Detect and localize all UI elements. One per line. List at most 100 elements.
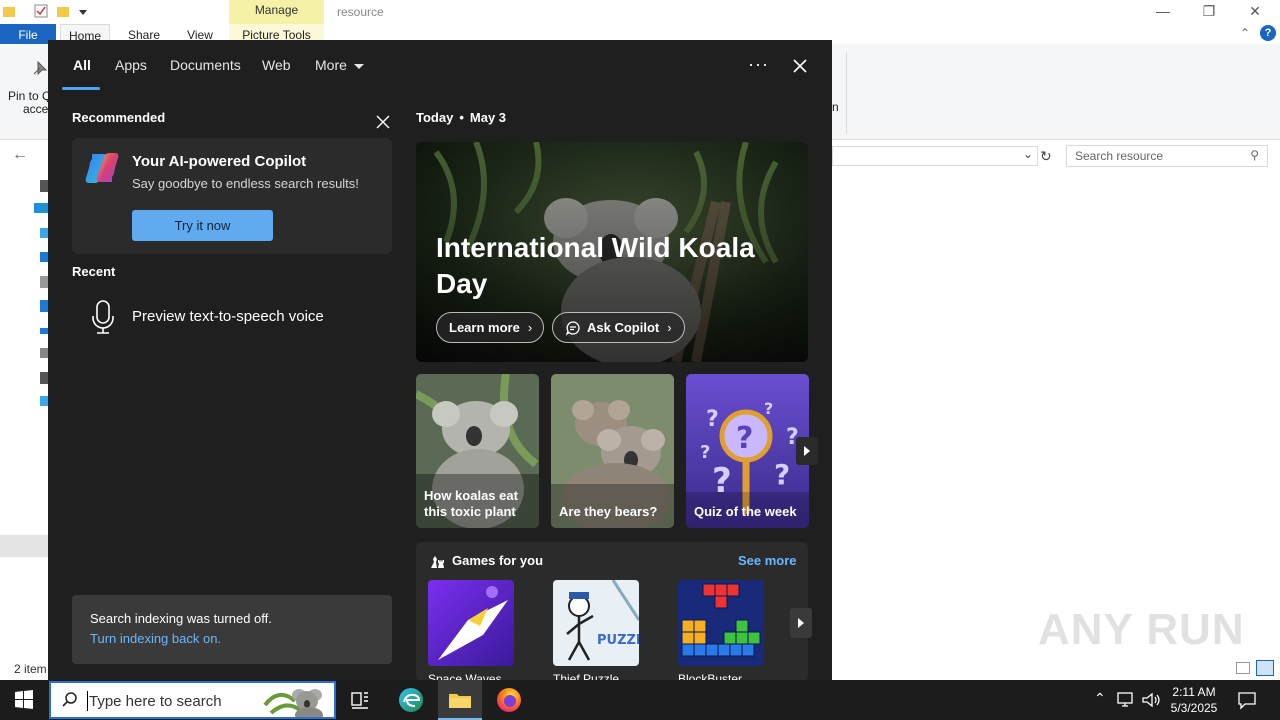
- copilot-title: Your AI-powered Copilot: [132, 153, 307, 170]
- game-space-waves[interactable]: [428, 580, 514, 666]
- firefox-icon[interactable]: [495, 686, 523, 714]
- clock-time: 2:11 AM: [1172, 685, 1216, 699]
- tab-more-label: More: [315, 57, 347, 73]
- ask-copilot-button[interactable]: Ask Copilot ›: [552, 312, 685, 343]
- tab-more[interactable]: More: [315, 57, 364, 73]
- search-icon: ⚲: [1250, 148, 1259, 162]
- recommended-heading: Recommended: [72, 110, 166, 125]
- file-explorer-taskbar-button[interactable]: [438, 680, 482, 720]
- svg-text:?: ?: [736, 421, 753, 456]
- today-date: May 3: [469, 110, 507, 125]
- new-folder-icon[interactable]: [56, 4, 70, 18]
- game-label: BlockBuster: [678, 672, 743, 680]
- dismiss-recommended-icon[interactable]: [375, 114, 391, 130]
- pictures-icon[interactable]: [40, 348, 48, 358]
- status-bar-count: 2 item: [14, 662, 47, 676]
- more-options-icon[interactable]: ···: [748, 54, 769, 75]
- learn-more-button[interactable]: Learn more ›: [436, 312, 544, 343]
- tab-documents[interactable]: Documents: [170, 57, 241, 73]
- task-view-icon[interactable]: [346, 686, 374, 714]
- music-icon[interactable]: [40, 328, 48, 334]
- tile-are-they-bears[interactable]: Are they bears?: [551, 374, 674, 528]
- chevron-down-icon[interactable]: ⌄: [1023, 147, 1033, 161]
- address-bar[interactable]: ⌄: [832, 146, 1038, 166]
- caret-right-icon: [798, 618, 804, 628]
- try-it-now-button[interactable]: Try it now: [132, 210, 273, 241]
- quick-access-toolbar: [0, 0, 1280, 24]
- blockbuster-thumbnail: [678, 580, 764, 666]
- see-more-link[interactable]: See more: [738, 553, 797, 568]
- games-heading: Games for you: [452, 553, 544, 568]
- volume-icon[interactable]: [1141, 691, 1161, 709]
- videos-icon[interactable]: [40, 372, 48, 384]
- indexing-notice: Search indexing was turned off. Turn ind…: [72, 595, 392, 664]
- hero-title: International Wild Koala Day: [436, 232, 755, 299]
- nav-item-icon[interactable]: [40, 228, 48, 238]
- properties-icon[interactable]: [34, 4, 48, 18]
- taskbar-search-box[interactable]: Type here to search: [49, 681, 336, 719]
- pin-icon: [33, 60, 48, 76]
- space-waves-thumbnail: [428, 580, 514, 666]
- game-thief-puzzle[interactable]: PUZZLE: [553, 580, 639, 666]
- tile-label: Are they bears?: [559, 504, 658, 519]
- game-blockbuster[interactable]: [678, 580, 764, 666]
- svg-text:?: ?: [706, 407, 719, 432]
- collapse-ribbon-icon[interactable]: ⌃: [1240, 26, 1250, 40]
- close-window-button[interactable]: ✕: [1232, 0, 1278, 24]
- downloads-icon[interactable]: [40, 300, 48, 312]
- clock[interactable]: 2:11 AM 5/3/2025: [1166, 684, 1222, 716]
- ribbon-divider: [846, 52, 847, 134]
- explorer-search-placeholder: Search resource: [1075, 149, 1164, 163]
- left-column: Recommended Your AI-powered Copilot Say …: [72, 110, 392, 334]
- documents-icon[interactable]: [40, 276, 48, 288]
- thief-puzzle-thumbnail: PUZZLE: [553, 580, 639, 666]
- details-view-icon[interactable]: [1236, 662, 1250, 674]
- turn-indexing-on-link[interactable]: Turn indexing back on.: [90, 631, 221, 646]
- refresh-icon[interactable]: ↻: [1040, 148, 1052, 165]
- games-panel: Games for you See more Space Waves PUZZ …: [416, 542, 812, 680]
- manage-tab[interactable]: Manage: [229, 0, 324, 24]
- tile-koalas-toxic-plant[interactable]: How koalas eat this toxic plant: [416, 374, 539, 528]
- recent-item[interactable]: Preview text-to-speech voice: [72, 296, 392, 336]
- active-tab-indicator: [62, 87, 100, 90]
- copilot-card[interactable]: Your AI-powered Copilot Say goodbye to e…: [72, 138, 392, 254]
- chevron-right-icon: ›: [527, 320, 533, 335]
- caret-right-icon: [804, 446, 810, 456]
- search-icon: [62, 692, 77, 707]
- start-button[interactable]: [0, 680, 48, 720]
- notifications-icon[interactable]: [1237, 690, 1257, 710]
- show-hidden-icons-chevron-icon[interactable]: ⌃: [1094, 690, 1106, 707]
- edge-icon[interactable]: [397, 686, 425, 714]
- tab-apps[interactable]: Apps: [115, 57, 147, 73]
- large-icons-view-icon[interactable]: [1256, 660, 1274, 676]
- network-icon[interactable]: [1116, 691, 1136, 709]
- tile-quiz-of-the-week[interactable]: ??? ??? ? Quiz of the week: [686, 374, 809, 528]
- network-icon[interactable]: [40, 396, 48, 406]
- text-cursor: [87, 691, 88, 711]
- nav-item-icon[interactable]: [40, 252, 48, 262]
- hero-card[interactable]: International Wild Koala Day Learn more ›…: [416, 142, 808, 362]
- explorer-search-input[interactable]: Search resource ⚲: [1066, 145, 1268, 167]
- close-icon[interactable]: [788, 54, 812, 78]
- games-next-button[interactable]: [790, 608, 812, 638]
- search-flyout: All Apps Documents Web More ··· Recommen…: [48, 40, 832, 680]
- ribbon-fragment: n: [832, 100, 839, 114]
- folder-icon: [449, 694, 471, 708]
- back-arrow-icon[interactable]: ←: [12, 146, 28, 164]
- today-header: Today • May 3: [416, 110, 808, 125]
- help-icon[interactable]: ?: [1260, 25, 1276, 41]
- restore-button[interactable]: ❐: [1186, 0, 1232, 24]
- tile-label: How koalas eat this toxic plant: [424, 488, 518, 519]
- minimize-button[interactable]: —: [1140, 0, 1186, 24]
- tab-all[interactable]: All: [73, 57, 91, 73]
- chat-bubble-icon: [565, 320, 580, 336]
- right-column: Today • May 3 International Wild Koala Day: [416, 110, 818, 680]
- customize-toolbar-icon[interactable]: [76, 4, 90, 18]
- this-pc-icon[interactable]: [34, 203, 48, 213]
- copilot-subtitle: Say goodbye to endless search results!: [132, 176, 359, 191]
- tab-web[interactable]: Web: [262, 57, 291, 73]
- nav-item-icon[interactable]: [40, 180, 48, 192]
- tiles-next-button[interactable]: [796, 437, 818, 465]
- tile-label: Quiz of the week: [694, 504, 797, 519]
- taskbar: Type here to search ⌃ 2:11 AM 5/3/2025: [0, 680, 1280, 720]
